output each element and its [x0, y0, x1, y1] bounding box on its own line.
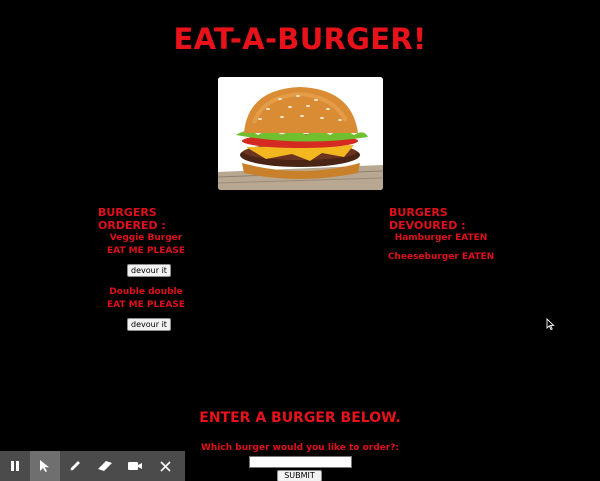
- camera-tool-button[interactable]: [120, 451, 150, 481]
- ordered-burger-item: Veggie Burger EAT ME PLEASE: [86, 232, 206, 258]
- burger-name: Veggie Burger: [109, 233, 183, 243]
- recording-toolbar: [0, 451, 185, 481]
- eraser-tool-button[interactable]: [90, 451, 120, 481]
- burger-status: EAT ME PLEASE: [107, 246, 185, 256]
- pointer-icon: [39, 459, 51, 473]
- close-icon: [159, 460, 171, 472]
- devour-button[interactable]: devour it: [127, 318, 171, 331]
- submit-button[interactable]: SUBMIT: [277, 470, 322, 481]
- ordered-burger-item: Double double EAT ME PLEASE: [86, 286, 206, 312]
- mouse-cursor-icon: [546, 317, 555, 336]
- pause-icon: [9, 460, 21, 472]
- pen-tool-button[interactable]: [60, 451, 90, 481]
- burger-status: EAT ME PLEASE: [107, 300, 185, 310]
- burger-name: Double double: [109, 287, 183, 297]
- burgers-devoured-heading: BURGERS DEVOURED :: [389, 206, 466, 232]
- enter-burger-heading: ENTER A BURGER BELOW.: [199, 410, 401, 426]
- devour-button[interactable]: devour it: [127, 264, 171, 277]
- burgers-ordered-heading: BURGERS ORDERED :: [98, 206, 166, 232]
- camera-icon: [127, 460, 143, 472]
- pointer-tool-button[interactable]: [30, 451, 60, 481]
- devoured-burger-item: Hamburger EATEN: [394, 233, 488, 243]
- eraser-icon: [97, 459, 113, 473]
- devoured-burger-item: Cheeseburger EATEN: [387, 252, 495, 262]
- close-toolbar-button[interactable]: [150, 451, 180, 481]
- burger-image: [218, 77, 383, 190]
- burger-name-input[interactable]: [249, 456, 352, 468]
- page-title: EAT-A-BURGER!: [173, 22, 427, 56]
- pen-icon: [68, 459, 82, 473]
- pause-button[interactable]: [0, 451, 30, 481]
